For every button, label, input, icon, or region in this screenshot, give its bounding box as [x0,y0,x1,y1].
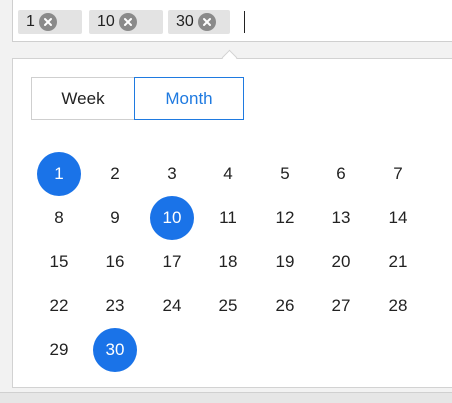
calendar-day[interactable]: 15 [37,240,81,284]
calendar-day[interactable]: 21 [376,240,420,284]
tag-10: 10 [89,10,163,34]
calendar-day[interactable]: 11 [206,196,250,240]
calendar-day[interactable]: 2 [93,152,137,196]
tag-30: 30 [168,10,230,34]
calendar-day[interactable]: 18 [206,240,250,284]
calendar-day[interactable]: 26 [263,284,307,328]
calendar-day[interactable]: 5 [263,152,307,196]
month-view-button[interactable]: Month [134,77,244,120]
calendar-day[interactable]: 19 [263,240,307,284]
calendar-day[interactable]: 23 [93,284,137,328]
close-circle-icon[interactable] [38,13,57,31]
calendar-day[interactable]: 16 [93,240,137,284]
calendar-day[interactable]: 7 [376,152,420,196]
calendar-day[interactable]: 4 [206,152,250,196]
view-toggle: Week Month [31,77,244,120]
calendar-day[interactable]: 30 [93,328,137,372]
calendar-day[interactable]: 24 [150,284,194,328]
calendar-day[interactable]: 10 [150,196,194,240]
tag-1: 1 [18,10,82,34]
calendar-day[interactable]: 1 [37,152,81,196]
tag-label: 30 [176,13,194,30]
calendar-day[interactable]: 29 [37,328,81,372]
calendar-day[interactable]: 12 [263,196,307,240]
tag-label: 1 [26,13,35,30]
text-cursor [244,11,245,33]
calendar-day[interactable]: 14 [376,196,420,240]
calendar-day[interactable]: 25 [206,284,250,328]
calendar-day[interactable]: 9 [93,196,137,240]
calendar-day[interactable]: 6 [319,152,363,196]
calendar-day[interactable]: 3 [150,152,194,196]
calendar-day[interactable]: 28 [376,284,420,328]
tag-label: 10 [97,13,115,30]
calendar-day[interactable]: 22 [37,284,81,328]
calendar-day[interactable]: 17 [150,240,194,284]
calendar-day[interactable]: 13 [319,196,363,240]
calendar-day[interactable]: 20 [319,240,363,284]
calendar-day[interactable]: 27 [319,284,363,328]
calendar-day[interactable]: 8 [37,196,81,240]
bottom-border [0,392,452,403]
close-circle-icon[interactable] [197,13,216,31]
week-view-button[interactable]: Week [31,77,134,120]
close-circle-icon[interactable] [118,13,137,31]
